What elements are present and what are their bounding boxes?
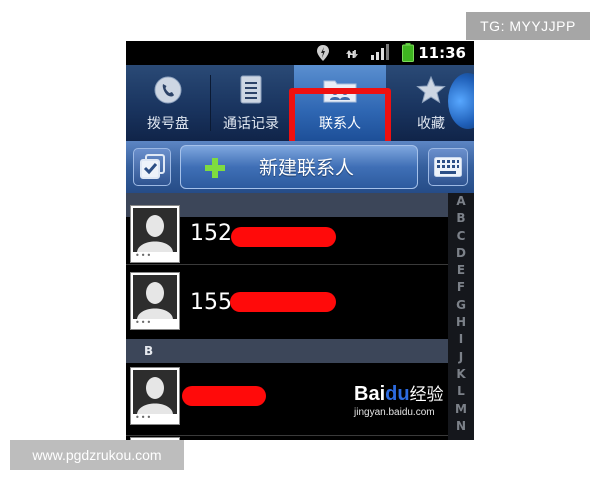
phone-screen: H 11:36 拨号盘 通话记录 联系人 收藏 新建联系人 ••• 152 ••… xyxy=(126,41,474,440)
default-contact-photo-icon xyxy=(133,370,177,414)
network-type-label: H xyxy=(347,50,356,61)
alpha-letter-g[interactable]: G xyxy=(448,297,474,314)
row-divider xyxy=(126,435,448,436)
action-bar: 新建联系人 xyxy=(126,141,474,193)
avatar: ••• xyxy=(130,205,180,263)
alpha-letter-h[interactable]: H xyxy=(448,314,474,331)
tab-call-log-label: 通话记录 xyxy=(223,116,279,132)
tab-bar: 拨号盘 通话记录 联系人 收藏 xyxy=(126,65,474,162)
status-bar: H 11:36 xyxy=(126,41,474,65)
tab-dialer[interactable]: 拨号盘 xyxy=(126,65,210,141)
alpha-letter-m[interactable]: M xyxy=(448,401,474,418)
baidu-paw-logo-text: du xyxy=(385,383,410,405)
contact-name: 155 xyxy=(190,290,232,315)
list-item[interactable]: ••• 152 xyxy=(126,205,448,264)
keyboard-icon xyxy=(434,157,462,181)
baidu-logo-text: Bai xyxy=(354,383,386,405)
baidu-logo: Baidu经验 xyxy=(354,383,450,406)
avatar: ••• xyxy=(130,272,180,330)
contact-name: 152 xyxy=(190,221,232,246)
new-contact-button[interactable]: 新建联系人 xyxy=(180,145,418,189)
redaction-mark xyxy=(231,227,336,247)
alpha-letter-k[interactable]: K xyxy=(448,366,474,383)
tab-dialer-label: 拨号盘 xyxy=(147,116,189,132)
alphabet-index-bar[interactable]: A B C D E F G H I J K L M N xyxy=(448,193,474,440)
redaction-mark xyxy=(230,292,336,312)
gps-icon xyxy=(316,44,330,66)
default-contact-photo-icon xyxy=(133,208,177,252)
star-icon xyxy=(416,75,446,109)
watermark-bottom-left: www.pgdzrukou.com xyxy=(10,440,184,470)
plus-icon xyxy=(205,158,225,182)
avatar-dots: ••• xyxy=(135,251,153,260)
avatar-dots: ••• xyxy=(135,318,153,327)
alpha-letter-a[interactable]: A xyxy=(448,193,474,210)
avatar: ••• xyxy=(130,367,180,425)
list-item[interactable]: ••• 155 xyxy=(126,265,448,339)
clock: 11:36 xyxy=(418,44,466,62)
multi-select-button[interactable] xyxy=(133,148,171,186)
baidu-url: jingyan.baidu.com xyxy=(354,407,435,418)
section-header-b: B xyxy=(126,339,448,363)
default-contact-photo-icon xyxy=(133,275,177,319)
multi-select-checkbox-icon xyxy=(140,154,166,184)
alpha-letter-l[interactable]: L xyxy=(448,383,474,400)
watermark-top-right: TG: MYYJJPP xyxy=(466,12,590,40)
jingyan-logo-text: 经验 xyxy=(409,385,444,405)
new-contact-label: 新建联系人 xyxy=(259,157,355,179)
alpha-letter-c[interactable]: C xyxy=(448,228,474,245)
phone-icon xyxy=(153,75,183,109)
alpha-letter-f[interactable]: F xyxy=(448,279,474,296)
alpha-letter-n[interactable]: N xyxy=(448,418,474,435)
alpha-letter-d[interactable]: D xyxy=(448,245,474,262)
tab-call-log[interactable]: 通话记录 xyxy=(211,65,291,141)
battery-icon xyxy=(402,43,414,66)
call-log-icon xyxy=(238,75,264,109)
avatar-dots: ••• xyxy=(135,413,153,422)
keyboard-button[interactable] xyxy=(428,148,468,186)
alpha-letter-j[interactable]: J xyxy=(448,349,474,366)
alpha-letter-e[interactable]: E xyxy=(448,262,474,279)
redaction-mark xyxy=(182,386,266,406)
alpha-letter-b[interactable]: B xyxy=(448,210,474,227)
alpha-letter-i[interactable]: I xyxy=(448,331,474,348)
baidu-jingyan-watermark: Baidu经验 jingyan.baidu.com xyxy=(354,383,450,433)
signal-strength-icon xyxy=(371,44,389,64)
